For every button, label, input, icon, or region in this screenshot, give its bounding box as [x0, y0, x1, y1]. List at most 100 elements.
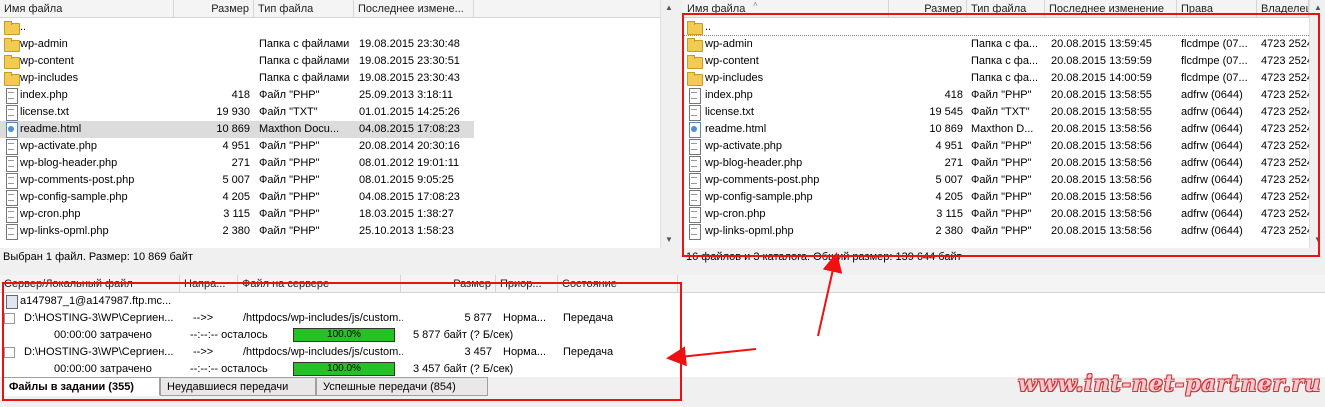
- file-size: 10 869: [929, 123, 963, 135]
- file-size: 2 380: [935, 225, 963, 237]
- remote-col-owner[interactable]: Владелец/...: [1257, 0, 1309, 18]
- file-modified: 01.01.2015 14:25:26: [359, 106, 460, 118]
- remote-file-row[interactable]: wp-activate.php 4 951 Файл "PHP" 20.08.2015…: [683, 138, 1309, 155]
- file-size: [174, 36, 250, 53]
- scroll-down-icon[interactable]: ▼: [661, 232, 676, 248]
- local-col-modified[interactable]: Последнее измене...: [354, 0, 474, 18]
- tab-failed-transfers[interactable]: Неудавшиеся передачи: [160, 377, 316, 396]
- file-name: ..: [705, 21, 712, 33]
- queue-item-checkbox[interactable]: [4, 347, 15, 358]
- file-modified: 19.08.2015 23:30:51: [359, 55, 460, 67]
- file-type: [971, 19, 1045, 36]
- file-name: wp-content: [20, 55, 74, 67]
- remote-file-row[interactable]: wp-blog-header.php 271 Файл "PHP" 20.08.201…: [683, 155, 1309, 172]
- file-modified: 20.08.2015 13:58:56: [1051, 123, 1152, 135]
- queue-remote-file: /httpdocs/wp-includes/js/custom...: [243, 312, 403, 324]
- queue-col-priority[interactable]: Приор...: [496, 275, 558, 293]
- remote-col-name[interactable]: Имя файла: [683, 0, 889, 18]
- file-type: Файл "PHP": [971, 208, 1032, 220]
- remote-file-row[interactable]: wp-links-opml.php 2 380 Файл "PHP" 20.08.20…: [683, 223, 1309, 240]
- remote-file-row[interactable]: wp-config-sample.php 4 205 Файл "PHP" 20.08…: [683, 189, 1309, 206]
- file-type: Папка с файлами: [259, 38, 350, 50]
- remote-col-permissions[interactable]: Права: [1177, 0, 1257, 18]
- local-col-type[interactable]: Тип файла: [254, 0, 354, 18]
- local-file-list[interactable]: Имя файла Размер Тип файла Последнее изм…: [0, 0, 676, 248]
- queue-size: 5 877: [464, 312, 492, 324]
- file-permissions: adfrw (0644): [1181, 123, 1243, 135]
- remote-file-row[interactable]: ..: [683, 19, 1309, 36]
- local-file-row[interactable]: wp-config-sample.php 4 205 Файл "PHP" 04.08…: [0, 189, 474, 206]
- local-file-row[interactable]: wp-links-opml.php 2 380 Файл "PHP" 25.10.20…: [0, 223, 474, 240]
- queue-elapsed: 00:00:00 затрачено: [54, 329, 152, 341]
- queue-col-direction[interactable]: Напра...: [180, 275, 238, 293]
- file-owner: 4723 2524: [1261, 38, 1309, 50]
- transfer-progress-bar: 100.0%: [293, 328, 395, 342]
- queue-local-file[interactable]: D:\HOSTING-3\WP\Сергиен...: [24, 344, 194, 361]
- queue-col-size[interactable]: Размер: [400, 275, 496, 293]
- tab-queued-files[interactable]: Файлы в задании (355): [2, 377, 160, 396]
- file-name: wp-blog-header.php: [705, 157, 803, 169]
- local-col-name[interactable]: Имя файла: [0, 0, 174, 18]
- file-modified: 20.08.2015 14:00:59: [1051, 72, 1152, 84]
- local-file-row[interactable]: wp-blog-header.php 271 Файл "PHP" 08.01.201…: [0, 155, 474, 172]
- local-file-row[interactable]: wp-content Папка с файлами 19.08.2015 23:3…: [0, 53, 474, 70]
- remote-file-row[interactable]: license.txt 19 545 Файл "TXT" 20.08.2015 13…: [683, 104, 1309, 121]
- remote-file-row[interactable]: wp-cron.php 3 115 Файл "PHP" 20.08.2015 13:…: [683, 206, 1309, 223]
- site-watermark: www.int-net-partner.ru: [1018, 371, 1322, 397]
- file-icon: [687, 156, 701, 172]
- tab-successful-transfers[interactable]: Успешные передачи (854): [316, 377, 488, 396]
- remote-vertical-scrollbar[interactable]: ▲ ▼: [1309, 0, 1325, 248]
- queue-item-checkbox[interactable]: [4, 313, 15, 324]
- remote-col-type[interactable]: Тип файла: [967, 0, 1045, 18]
- scroll-down-icon[interactable]: ▼: [1310, 232, 1325, 248]
- file-type: Maxthon Docu...: [259, 123, 340, 135]
- queue-col-state[interactable]: Состояние: [558, 275, 678, 293]
- local-col-size[interactable]: Размер: [174, 0, 254, 18]
- queue-elapsed: 00:00:00 затрачено: [54, 363, 152, 375]
- local-file-row[interactable]: wp-includes Папка с файлами 19.08.2015 23:…: [0, 70, 474, 87]
- file-type: Папка с файлами: [259, 55, 350, 67]
- local-file-row[interactable]: wp-admin Папка с файлами 19.08.2015 23:30:…: [0, 36, 474, 53]
- file-icon: [687, 88, 701, 104]
- local-file-row[interactable]: ..: [0, 19, 474, 36]
- remote-file-row[interactable]: wp-content Папка с фа... 20.08.2015 13:59:…: [683, 53, 1309, 70]
- queue-header: Сервер/Локальный файл Напра... Файл на с…: [0, 275, 1325, 293]
- local-vertical-scrollbar[interactable]: ▲ ▼: [660, 0, 676, 248]
- remote-status-bar: 16 файлов и 3 каталога. Общий размер: 13…: [683, 248, 1325, 266]
- file-modified: 19.08.2015 23:30:43: [359, 72, 460, 84]
- queue-remaining: --:--:-- осталось: [190, 363, 268, 375]
- local-file-row[interactable]: wp-cron.php 3 115 Файл "PHP" 18.03.2015 1:3…: [0, 206, 474, 223]
- file-icon: [4, 173, 18, 189]
- remote-col-size[interactable]: Размер: [889, 0, 967, 18]
- file-size: 5 007: [222, 174, 250, 186]
- file-type: Папка с фа...: [971, 55, 1039, 67]
- local-file-row[interactable]: wp-activate.php 4 951 Файл "PHP" 20.08.2014…: [0, 138, 474, 155]
- transfer-queue[interactable]: Сервер/Локальный файл Напра... Файл на с…: [0, 275, 1325, 377]
- folder-icon: [4, 37, 20, 52]
- local-file-row[interactable]: license.txt 19 930 Файл "TXT" 01.01.2015 14…: [0, 104, 474, 121]
- remote-file-list[interactable]: Имя файла ˄ Размер Тип файла Последнее и…: [683, 0, 1325, 248]
- remote-file-row[interactable]: wp-comments-post.php 5 007 Файл "PHP" 20.08…: [683, 172, 1309, 189]
- folder-icon: [687, 71, 703, 86]
- remote-col-modified[interactable]: Последнее изменение: [1045, 0, 1177, 18]
- remote-file-row[interactable]: index.php 418 Файл "PHP" 20.08.2015 13:58:5…: [683, 87, 1309, 104]
- remote-file-row[interactable]: readme.html 10 869 Maxthon D... 20.08.2015 …: [683, 121, 1309, 138]
- local-file-row[interactable]: wp-comments-post.php 5 007 Файл "PHP" 08.01…: [0, 172, 474, 189]
- file-modified: 20.08.2015 13:58:56: [1051, 191, 1152, 203]
- file-modified: [359, 19, 474, 36]
- queue-col-local-file[interactable]: Сервер/Локальный файл: [0, 275, 180, 293]
- remote-file-row[interactable]: wp-includes Папка с фа... 20.08.2015 14:00…: [683, 70, 1309, 87]
- file-type: Папка с файлами: [259, 72, 350, 84]
- queue-server[interactable]: a147987_1@a147987.ftp.mc...: [20, 293, 190, 310]
- scroll-up-icon[interactable]: ▲: [661, 0, 676, 16]
- file-modified: 04.08.2015 17:08:23: [359, 191, 460, 203]
- file-owner: 4723 2524: [1261, 72, 1309, 84]
- queue-local-file[interactable]: D:\HOSTING-3\WP\Сергиен...: [24, 310, 194, 327]
- remote-file-row[interactable]: wp-admin Папка с фа... 20.08.2015 13:59:45…: [683, 36, 1309, 53]
- local-file-row[interactable]: index.php 418 Файл "PHP" 25.09.2013 3:18:11: [0, 87, 474, 104]
- html-file-icon: [687, 122, 701, 138]
- scroll-up-icon[interactable]: ▲: [1310, 0, 1325, 16]
- file-size: 4 205: [935, 191, 963, 203]
- queue-transferred: 3 457 байт (? Б/сек): [413, 363, 514, 375]
- local-file-row[interactable]: readme.html 10 869 Maxthon Docu... 04.08.20…: [0, 121, 474, 138]
